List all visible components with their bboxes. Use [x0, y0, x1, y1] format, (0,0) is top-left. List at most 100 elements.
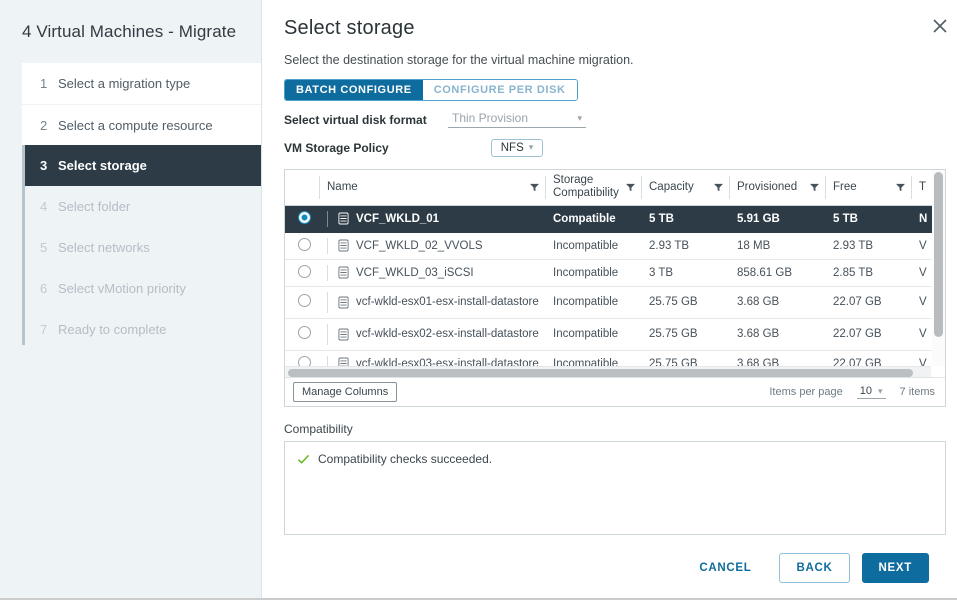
table-row[interactable]: vcf-wkld-esx02-esx-install-datastore Inc…	[285, 318, 945, 350]
table-vertical-scrollbar[interactable]	[932, 170, 945, 366]
storage-policy-row: VM Storage Policy NFS ▾	[284, 138, 946, 157]
row-provisioned-cell: 18 MB	[729, 232, 825, 259]
column-label: Storage Compatibility	[553, 174, 622, 200]
row-select-cell[interactable]	[285, 232, 319, 259]
filter-icon[interactable]	[714, 183, 723, 192]
filter-icon[interactable]	[530, 183, 539, 192]
radio-button[interactable]	[298, 294, 311, 307]
datastore-name: VCF_WKLD_01	[356, 213, 439, 225]
datastore-table-scroll-area: Name Storage Compatibility	[285, 170, 945, 375]
radio-button[interactable]	[298, 265, 311, 278]
table-row[interactable]: VCF_WKLD_03_iSCSI Incompatible 3 TB 858.…	[285, 259, 945, 286]
filter-icon[interactable]	[896, 183, 905, 192]
column-header-provisioned[interactable]: Provisioned	[729, 170, 825, 205]
row-compat-cell: Incompatible	[545, 232, 641, 259]
radio-button[interactable]	[298, 326, 311, 339]
sidebar-step-6[interactable]: 6 Select vMotion priority	[22, 268, 261, 309]
page-subtitle: Select the destination storage for the v…	[284, 53, 946, 67]
column-header-free[interactable]: Free	[825, 170, 911, 205]
row-name-cell: VCF_WKLD_01	[319, 205, 545, 232]
datastore-icon	[338, 328, 349, 341]
tab-batch-configure[interactable]: BATCH CONFIGURE	[285, 80, 423, 100]
row-capacity-cell: 2.93 TB	[641, 232, 729, 259]
row-provisioned-cell: 5.91 GB	[729, 205, 825, 232]
pagination-controls: Items per page 10 ▾ 7 items	[769, 385, 935, 399]
close-icon[interactable]	[928, 14, 952, 38]
datastore-icon	[338, 239, 349, 252]
radio-button-selected[interactable]	[298, 211, 311, 224]
column-label: T	[919, 181, 926, 193]
chevron-down-icon: ▾	[878, 386, 883, 397]
column-header-name[interactable]: Name	[319, 170, 545, 205]
row-capacity-cell: 3 TB	[641, 259, 729, 286]
row-free-cell: 2.93 TB	[825, 232, 911, 259]
row-name-cell: VCF_WKLD_02_VVOLS	[319, 232, 545, 259]
row-name-cell: VCF_WKLD_03_iSCSI	[319, 259, 545, 286]
row-select-cell[interactable]	[285, 205, 319, 232]
column-label: Name	[327, 181, 358, 193]
row-free-cell: 2.85 TB	[825, 259, 911, 286]
datastore-name: VCF_WKLD_03_iSCSI	[356, 267, 474, 279]
filter-icon[interactable]	[626, 183, 635, 192]
row-select-cell[interactable]	[285, 286, 319, 318]
step-label: Select storage	[58, 158, 147, 173]
column-header-storage-compatibility[interactable]: Storage Compatibility	[545, 170, 641, 205]
disk-format-row: Select virtual disk format Thin Provisio…	[284, 110, 946, 129]
back-button[interactable]: BACK	[779, 553, 849, 583]
table-footer: Manage Columns Items per page 10 ▾ 7 ite…	[285, 377, 945, 406]
filter-icon[interactable]	[810, 183, 819, 192]
datastore-icon	[338, 266, 349, 279]
step-number: 5	[40, 240, 58, 255]
table-row[interactable]: VCF_WKLD_01 Compatible 5 TB 5.91 GB 5 TB…	[285, 205, 945, 232]
items-per-page-label: Items per page	[769, 386, 842, 398]
items-per-page-select[interactable]: 10 ▾	[857, 385, 886, 399]
datastore-name: vcf-wkld-esx01-esx-install-datastore	[356, 296, 539, 308]
datastore-name: vcf-wkld-esx02-esx-install-datastore	[356, 328, 539, 340]
sidebar-step-5[interactable]: 5 Select networks	[22, 227, 261, 268]
cancel-button[interactable]: CANCEL	[683, 553, 767, 583]
sidebar-step-4[interactable]: 4 Select folder	[22, 186, 261, 227]
row-select-cell[interactable]	[285, 318, 319, 350]
row-compat-cell: Incompatible	[545, 318, 641, 350]
row-select-cell[interactable]	[285, 259, 319, 286]
wizard-main-panel: Select storage Select the destination st…	[262, 0, 957, 598]
compatibility-box: Compatibility checks succeeded.	[284, 441, 946, 535]
wizard-title: 4 Virtual Machines - Migrate	[0, 12, 261, 43]
table-horizontal-scrollbar[interactable]	[285, 366, 931, 377]
storage-policy-value: NFS	[501, 142, 524, 154]
step-number: 1	[40, 76, 58, 91]
sidebar-step-7[interactable]: 7 Ready to complete	[22, 309, 261, 350]
radio-button[interactable]	[298, 238, 311, 251]
chevron-down-icon: ▾	[529, 142, 534, 153]
row-free-cell: 22.07 GB	[825, 318, 911, 350]
compatibility-label: Compatibility	[284, 422, 946, 436]
datastore-table: Name Storage Compatibility	[284, 169, 946, 407]
row-provisioned-cell: 3.68 GB	[729, 318, 825, 350]
sidebar-step-2[interactable]: 2 Select a compute resource	[22, 104, 261, 145]
disk-format-select[interactable]: Thin Provision ▾	[448, 111, 586, 128]
table-row[interactable]: vcf-wkld-esx01-esx-install-datastore Inc…	[285, 286, 945, 318]
check-icon	[297, 453, 310, 466]
tab-configure-per-disk[interactable]: CONFIGURE PER DISK	[423, 80, 577, 100]
chevron-down-icon: ▾	[577, 113, 582, 124]
step-label: Select a migration type	[58, 76, 190, 91]
sidebar-step-3[interactable]: 3 Select storage	[25, 145, 261, 186]
storage-policy-select[interactable]: NFS ▾	[491, 139, 544, 157]
items-per-page-value: 10	[860, 385, 872, 397]
disk-format-label: Select virtual disk format	[284, 113, 448, 127]
table-row[interactable]: VCF_WKLD_02_VVOLS Incompatible 2.93 TB 1…	[285, 232, 945, 259]
scrollbar-thumb-horizontal[interactable]	[288, 369, 913, 377]
step-number: 2	[40, 118, 58, 133]
next-button[interactable]: NEXT	[862, 553, 929, 583]
sidebar-step-1[interactable]: 1 Select a migration type	[22, 63, 261, 104]
datastore-name: VCF_WKLD_02_VVOLS	[356, 240, 483, 252]
scrollbar-thumb-vertical[interactable]	[934, 172, 943, 337]
row-compat-cell: Incompatible	[545, 259, 641, 286]
datastore-icon	[338, 296, 349, 309]
datastore-rows: VCF_WKLD_01 Compatible 5 TB 5.91 GB 5 TB…	[285, 205, 945, 375]
manage-columns-button[interactable]: Manage Columns	[293, 382, 397, 402]
row-compat-cell: Incompatible	[545, 286, 641, 318]
column-header-capacity[interactable]: Capacity	[641, 170, 729, 205]
step-number: 7	[40, 322, 58, 337]
compatibility-message: Compatibility checks succeeded.	[318, 452, 492, 466]
